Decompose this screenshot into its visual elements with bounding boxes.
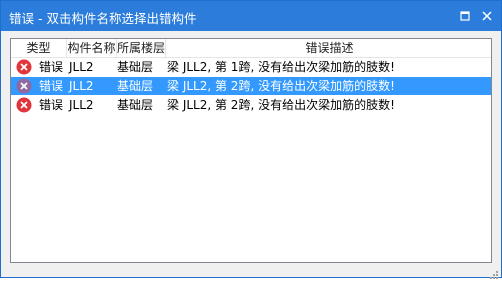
list-header: 类型 构件名称 所属楼层 错误描述 (11, 39, 491, 58)
table-row[interactable]: 错误 JLL2 基础层 梁 JLL2, 第 2跨, 没有给出次梁加筋的肢数! (11, 96, 491, 114)
row-floor: 基础层 (117, 79, 154, 93)
row-description: 梁 JLL2, 第 2跨, 没有给出次梁加筋的肢数! (167, 79, 395, 93)
row-type: 错误 (39, 79, 64, 93)
error-icon (16, 59, 32, 75)
row-component-name[interactable]: JLL2 (69, 77, 94, 95)
row-component-name[interactable]: JLL2 (69, 58, 94, 76)
table-row[interactable]: 错误 JLL2 基础层 梁 JLL2, 第 1跨, 没有给出次梁加筋的肢数! (11, 58, 491, 76)
row-type: 错误 (39, 98, 64, 112)
row-component-name[interactable]: JLL2 (69, 96, 94, 114)
title-bar[interactable]: 错误 - 双击构件名称选择出错构件 (1, 1, 501, 31)
row-floor: 基础层 (117, 98, 154, 112)
maximize-icon[interactable] (457, 8, 473, 24)
window-title: 错误 - 双击构件名称选择出错构件 (9, 11, 197, 26)
row-description: 梁 JLL2, 第 2跨, 没有给出次梁加筋的肢数! (167, 98, 395, 112)
error-list[interactable]: 类型 构件名称 所属楼层 错误描述 错误 JLL2 基础层 梁 JLL2, 第 … (10, 38, 492, 263)
row-floor: 基础层 (117, 60, 154, 74)
error-icon (16, 78, 32, 94)
column-header-name[interactable]: 构件名称 (67, 39, 117, 57)
column-header-description[interactable]: 错误描述 (166, 39, 491, 57)
error-window: 错误 - 双击构件名称选择出错构件 类型 构件名称 所属楼层 错误描述 错误 J… (0, 0, 502, 279)
column-header-type[interactable]: 类型 (11, 39, 67, 57)
row-description: 梁 JLL2, 第 1跨, 没有给出次梁加筋的肢数! (167, 60, 395, 74)
table-row[interactable]: 错误 JLL2 基础层 梁 JLL2, 第 2跨, 没有给出次梁加筋的肢数! (11, 77, 491, 95)
close-icon[interactable] (479, 8, 495, 24)
error-icon (16, 97, 32, 113)
row-type: 错误 (39, 60, 64, 74)
column-header-floor[interactable]: 所属楼层 (117, 39, 166, 57)
resize-grip[interactable] (489, 265, 499, 279)
